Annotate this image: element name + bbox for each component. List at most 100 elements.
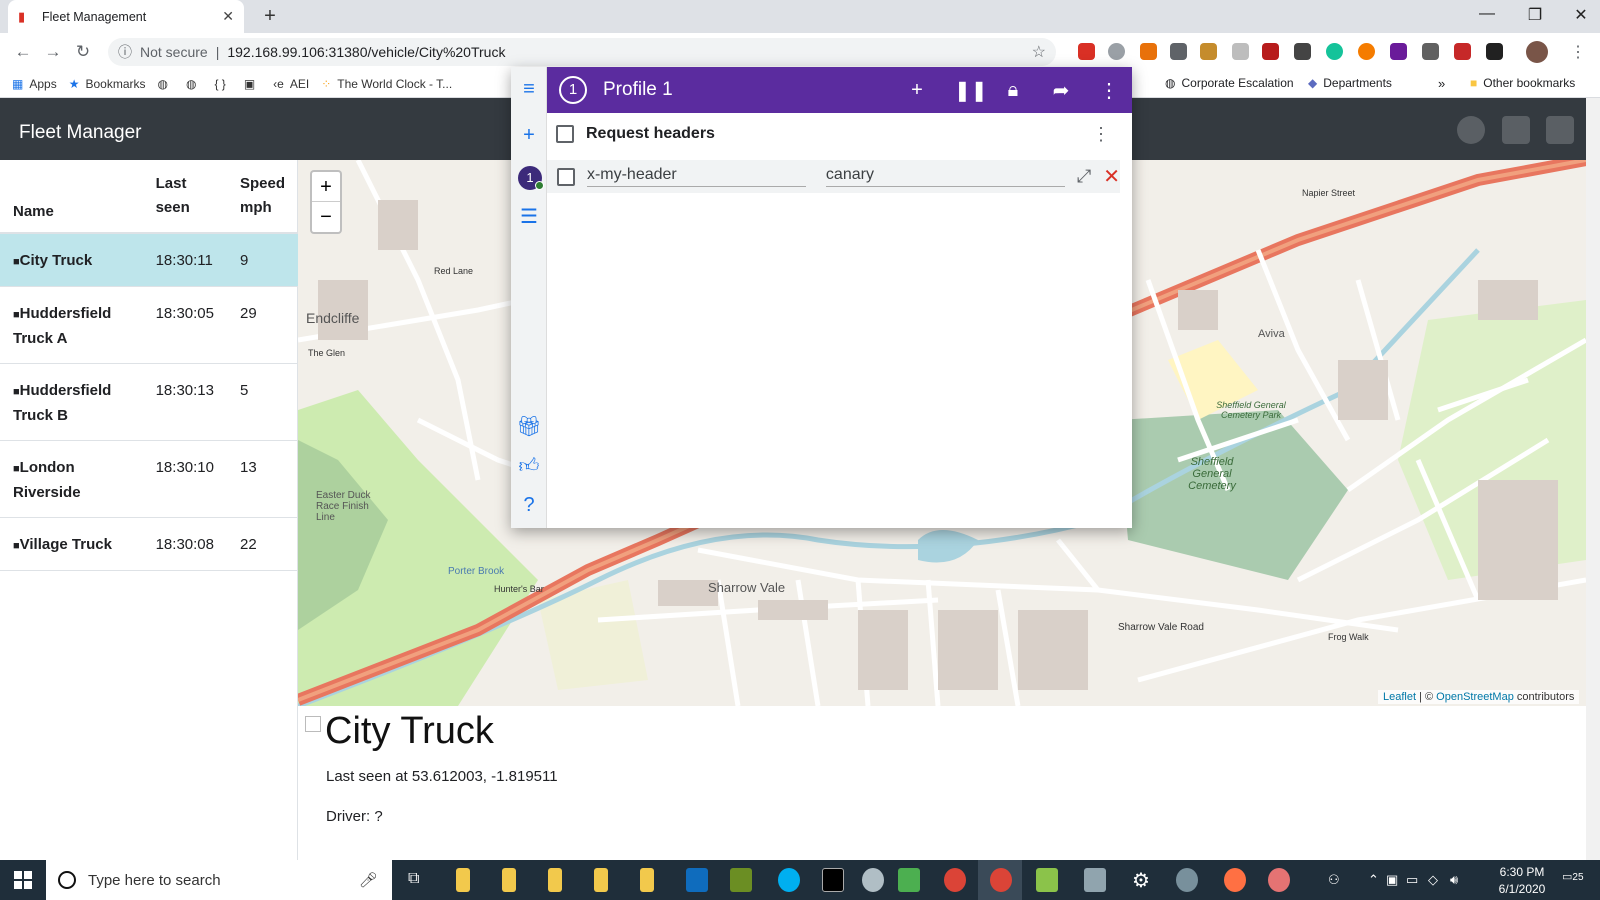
file-explorer-icon[interactable] (640, 868, 654, 892)
gift-icon[interactable]: 🎁︎ (511, 414, 547, 439)
taskbar-search[interactable]: Type here to search 🎤︎ (46, 860, 392, 900)
thumbs-up-icon[interactable]: 👍︎ (511, 454, 547, 478)
leaflet-link[interactable]: Leaflet (1383, 691, 1416, 703)
skype-icon[interactable] (778, 868, 800, 892)
notepad-icon[interactable] (730, 868, 752, 892)
sort-icon[interactable]: ☰ (511, 204, 547, 229)
hamburger-menu-icon[interactable]: ≡ (511, 78, 547, 101)
back-icon[interactable]: ← (8, 42, 38, 62)
file-explorer-icon[interactable] (594, 868, 608, 892)
task-view-icon[interactable]: ⧉ (408, 870, 419, 888)
network-app-icon[interactable] (1268, 868, 1290, 892)
help-icon[interactable]: ? (511, 494, 547, 517)
new-tab-button[interactable]: + (258, 5, 282, 28)
page-scrollbar[interactable] (1586, 98, 1600, 860)
tray-device-icon[interactable]: ▣ (1386, 872, 1398, 888)
vehicle-name-cell[interactable]: ■City Truck (0, 233, 143, 287)
extension-share-icon[interactable] (1140, 43, 1157, 60)
bookmark-corporate-escalation[interactable]: ◍ Corporate Escalation (1165, 76, 1294, 90)
reload-icon[interactable]: ↻ (68, 42, 98, 62)
windows-start-icon[interactable] (14, 871, 32, 889)
table-row[interactable]: ■Village Truck 18:30:08 22 (0, 517, 298, 571)
vehicle-name-cell[interactable]: ■Village Truck (0, 517, 143, 571)
tray-volume-icon[interactable]: 🔊︎ (1450, 872, 1458, 888)
app-title[interactable]: Fleet Manager (19, 122, 142, 144)
notification-center[interactable]: ▭25 (1562, 870, 1584, 883)
extension-pdf-icon[interactable] (1262, 43, 1279, 60)
github-icon[interactable] (1457, 116, 1485, 144)
request-headers-checkbox[interactable] (556, 125, 574, 143)
window-close-button[interactable]: ✕ (1566, 5, 1596, 25)
table-row[interactable]: ■Huddersfield Truck A 18:30:05 29 (0, 286, 298, 364)
section-more-icon[interactable]: ⋮ (1092, 124, 1110, 145)
bookmark-apps[interactable]: ▦ Apps (12, 77, 57, 91)
avatar[interactable] (1526, 41, 1548, 63)
chrome-menu-icon[interactable]: ⋮ (1570, 42, 1586, 62)
lock-icon[interactable]: 🔒︎ (1002, 79, 1024, 102)
twitter-icon[interactable] (1502, 116, 1530, 144)
extension-orange-icon[interactable] (1358, 43, 1375, 60)
bookmarks-overflow-button[interactable]: » (1438, 76, 1445, 91)
notepadpp-icon[interactable] (1036, 868, 1058, 892)
tray-network-icon[interactable]: ◇ (1428, 872, 1438, 888)
url-text[interactable]: 192.168.99.106:31380/vehicle/City%20Truc… (227, 44, 505, 60)
extension-box-icon[interactable] (1486, 43, 1503, 60)
pause-icon[interactable]: ❚❚ (954, 78, 988, 103)
snipping-icon[interactable] (898, 868, 920, 892)
vehicle-name[interactable]: Huddersfield Truck A (13, 305, 111, 347)
chrome-icon[interactable] (944, 868, 966, 892)
more-options-icon[interactable]: ⋮ (1098, 78, 1120, 103)
share-icon[interactable]: ➦ (1050, 78, 1072, 103)
file-explorer-icon[interactable] (502, 868, 516, 892)
extension-bulb-icon[interactable] (1170, 43, 1187, 60)
extension-screen-icon[interactable] (1422, 43, 1439, 60)
extension-purple-icon[interactable] (1390, 43, 1407, 60)
browser-tab[interactable]: ▮ Fleet Management ✕ (8, 0, 244, 33)
extension-grammarly-icon[interactable] (1326, 43, 1343, 60)
bookmark-world-clock[interactable]: ⁘ The World Clock - T... (321, 77, 452, 91)
microphone-icon[interactable]: 🎤︎ (359, 871, 378, 889)
header-value-input[interactable]: canary (825, 166, 1065, 187)
extension-modheader-icon[interactable] (1108, 43, 1125, 60)
taskbar-clock[interactable]: 6:30 PM 6/1/2020 (1492, 864, 1552, 898)
bookmark-bookmarks[interactable]: ★ Bookmarks (69, 77, 146, 91)
info-icon[interactable]: ⓘ (118, 42, 132, 62)
bookmark-aei[interactable]: ‹e AEI (273, 77, 309, 91)
header-name-input[interactable]: x-my-header (586, 166, 806, 187)
maximize-button[interactable]: ❐ (1520, 5, 1550, 25)
zoom-out-button[interactable]: − (312, 202, 340, 232)
add-profile-icon[interactable]: + (511, 124, 547, 147)
chrome-active-icon[interactable] (990, 868, 1012, 892)
extension-megaphone-icon[interactable] (1454, 43, 1471, 60)
vehicle-name-cell[interactable]: ■London Riverside (0, 440, 143, 518)
add-header-icon[interactable]: + (906, 79, 928, 102)
zoom-in-button[interactable]: + (312, 172, 340, 202)
extension-red-icon[interactable] (1078, 43, 1095, 60)
table-row[interactable]: ■Huddersfield Truck B 18:30:13 5 (0, 363, 298, 441)
intellij-icon[interactable] (822, 868, 844, 892)
header-enabled-checkbox[interactable] (557, 167, 575, 186)
extension-briefcase-icon[interactable] (1200, 43, 1217, 60)
tab-close-icon[interactable]: ✕ (222, 8, 234, 25)
forward-icon[interactable]: → (38, 42, 68, 62)
vehicle-name[interactable]: London Riverside (13, 459, 81, 501)
extension-translate-icon[interactable] (1232, 43, 1249, 60)
table-row[interactable]: ■City Truck 18:30:11 9 (0, 233, 298, 287)
firefox-icon[interactable] (1224, 868, 1246, 892)
vehicle-name[interactable]: Village Truck (20, 536, 112, 553)
bookmark-departments[interactable]: ◆ Departments (1308, 76, 1392, 90)
bookmark-globe-2[interactable]: ◍ (186, 77, 202, 91)
file-explorer-icon[interactable] (548, 868, 562, 892)
file-explorer-icon[interactable] (456, 868, 470, 892)
people-icon[interactable]: ⚇ (1328, 872, 1340, 888)
profile-name[interactable]: Profile 1 (603, 79, 673, 101)
bookmark-globe-1[interactable]: ◍ (158, 77, 174, 91)
profile-number-icon[interactable]: 1 (559, 76, 587, 104)
computer-icon[interactable] (1084, 868, 1106, 892)
table-row[interactable]: ■London Riverside 18:30:10 13 (0, 440, 298, 518)
vehicle-name[interactable]: Huddersfield Truck B (13, 382, 111, 424)
vehicle-name-cell[interactable]: ■Huddersfield Truck A (0, 286, 143, 364)
expand-icon[interactable]: ⤢ (1077, 166, 1091, 187)
vehicle-name[interactable]: City Truck (20, 252, 93, 269)
extension-pin-icon[interactable] (1294, 43, 1311, 60)
